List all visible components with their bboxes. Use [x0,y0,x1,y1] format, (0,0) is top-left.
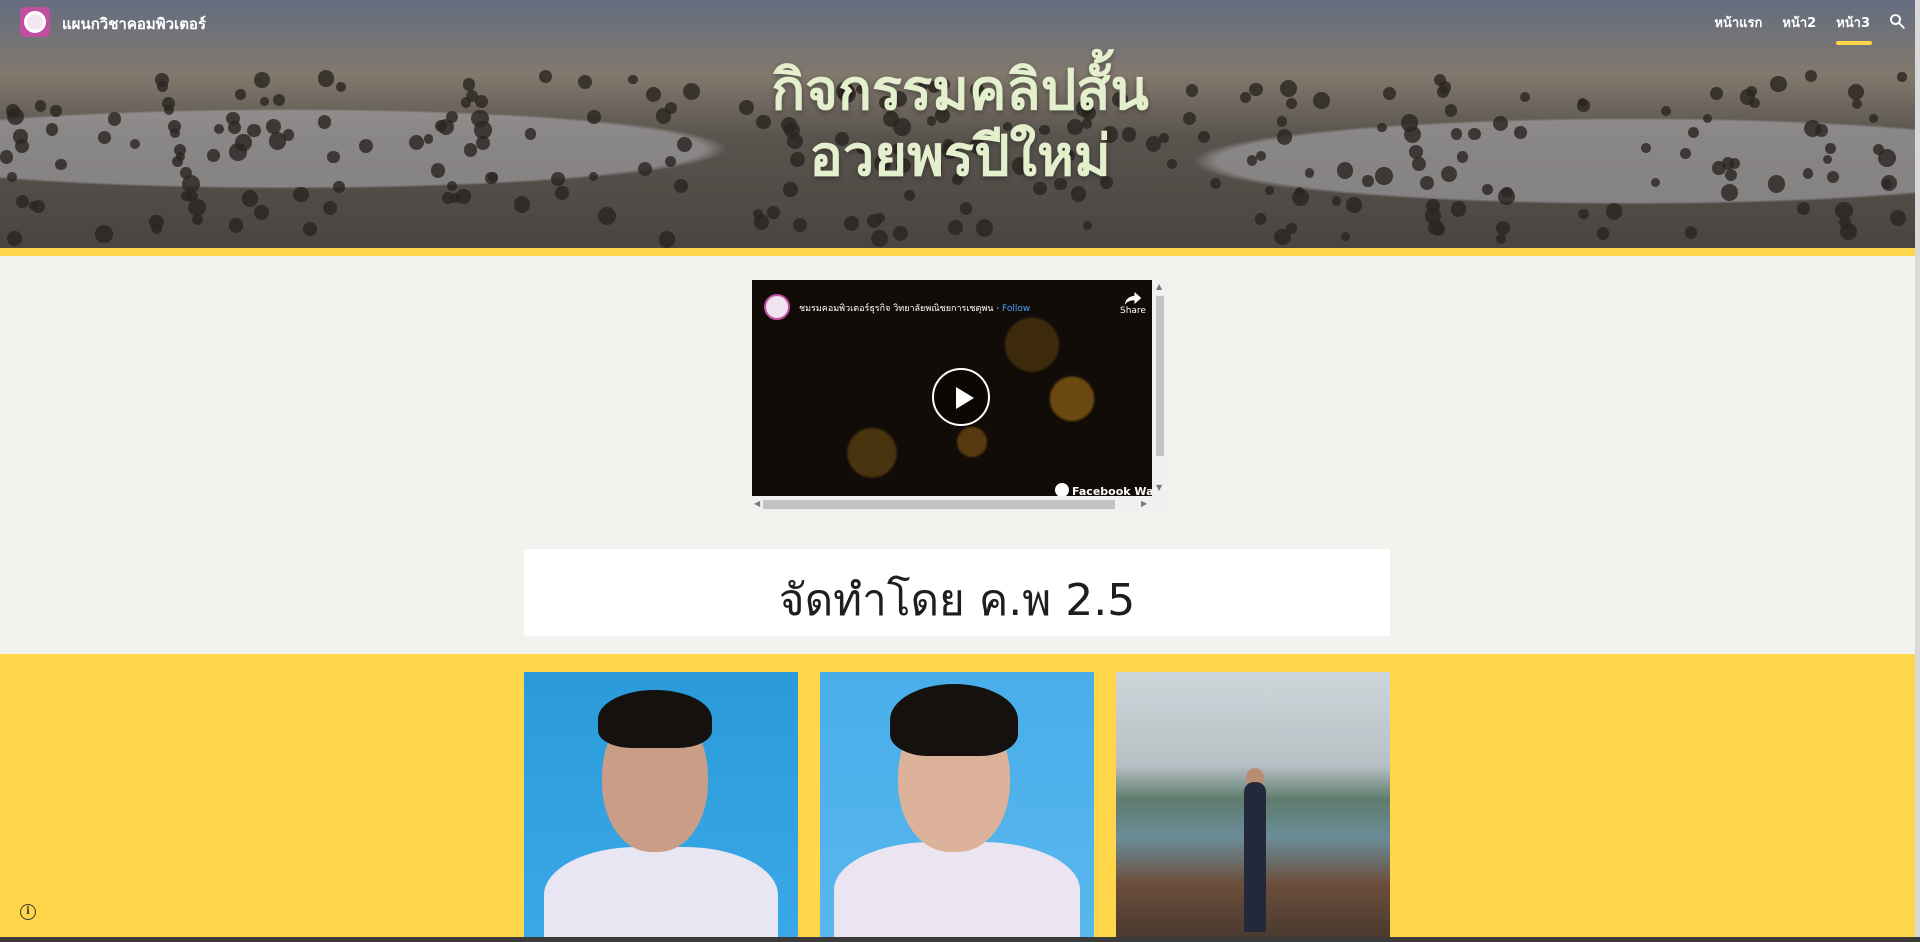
info-icon[interactable]: i [20,904,36,920]
photo-2-shirt [834,842,1080,938]
member-photo-1[interactable] [524,672,798,938]
follow-link[interactable]: Follow [1002,304,1030,314]
horizontal-scrollbar[interactable]: ◀ ▶ [752,496,1152,512]
play-button[interactable] [932,368,990,426]
member-photo-3[interactable] [1116,672,1390,938]
search-icon[interactable] [1888,12,1906,30]
hero-divider [0,248,1915,256]
share-button[interactable]: Share [1118,290,1148,316]
facebook-watch-label: Facebook Watch [1072,485,1152,496]
hero-title-line-1: กิจกรรมคลิปสั้น [771,58,1149,123]
share-icon [1124,292,1142,305]
facebook-icon [1055,483,1069,496]
scroll-down-icon[interactable]: ▼ [1156,484,1162,492]
page-avatar[interactable] [764,294,790,320]
hero-title-line-2: อวยพรปีใหม่ [809,124,1111,189]
page-scrollbar[interactable] [1915,0,1920,942]
video-page-name[interactable]: ชมรมคอมพิวเตอร์ธุรกิจ วิทยาลัยพณิชยการเช… [799,304,993,314]
video-separator: · [993,304,1003,314]
page-title: กิจกรรมคลิปสั้น อวยพรปีใหม่ [0,58,1920,190]
facebook-video-embed: ชมรมคอมพิวเตอร์ธุรกิจ วิทยาลัยพณิชยการเช… [752,280,1168,512]
photo-1-hair [598,690,712,748]
nav-link-page3[interactable]: หน้า3 [1836,12,1872,45]
bottom-bar [0,937,1920,942]
credit-card: จัดทำโดย ค.พ 2.5 [524,549,1390,636]
photo-2-hair [890,684,1018,756]
nav-links: หน้าแรก หน้า2 หน้า3 [1714,12,1872,45]
scroll-up-icon[interactable]: ▲ [1156,283,1162,291]
vertical-scrollbar[interactable]: ▲ ▼ [1152,280,1168,496]
site-logo-icon[interactable] [20,7,50,37]
horizontal-scroll-thumb[interactable] [763,500,1115,509]
video-player[interactable]: ชมรมคอมพิวเตอร์ธุรกิจ วิทยาลัยพณิชยการเช… [752,280,1152,496]
member-photo-2[interactable] [820,672,1094,938]
site-title[interactable]: แผนกวิชาคอมพิวเตอร์ [62,12,206,36]
top-navigation: แผนกวิชาคอมพิวเตอร์ หน้าแรก หน้า2 หน้า3 [0,0,1920,45]
facebook-watch-link[interactable]: Facebook Watch [1055,483,1152,496]
scroll-left-icon[interactable]: ◀ [754,500,760,508]
scroll-right-icon[interactable]: ▶ [1141,500,1147,508]
photo-3-person [1244,782,1266,932]
video-page-line: ชมรมคอมพิวเตอร์ธุรกิจ วิทยาลัยพณิชยการเช… [799,301,1030,315]
vertical-scroll-thumb[interactable] [1156,296,1164,456]
share-label: Share [1120,306,1146,316]
credit-text: จัดทำโดย ค.พ 2.5 [778,575,1136,626]
nav-link-page2[interactable]: หน้า2 [1782,12,1816,45]
photo-1-shirt [544,847,778,938]
nav-link-home[interactable]: หน้าแรก [1714,12,1762,45]
